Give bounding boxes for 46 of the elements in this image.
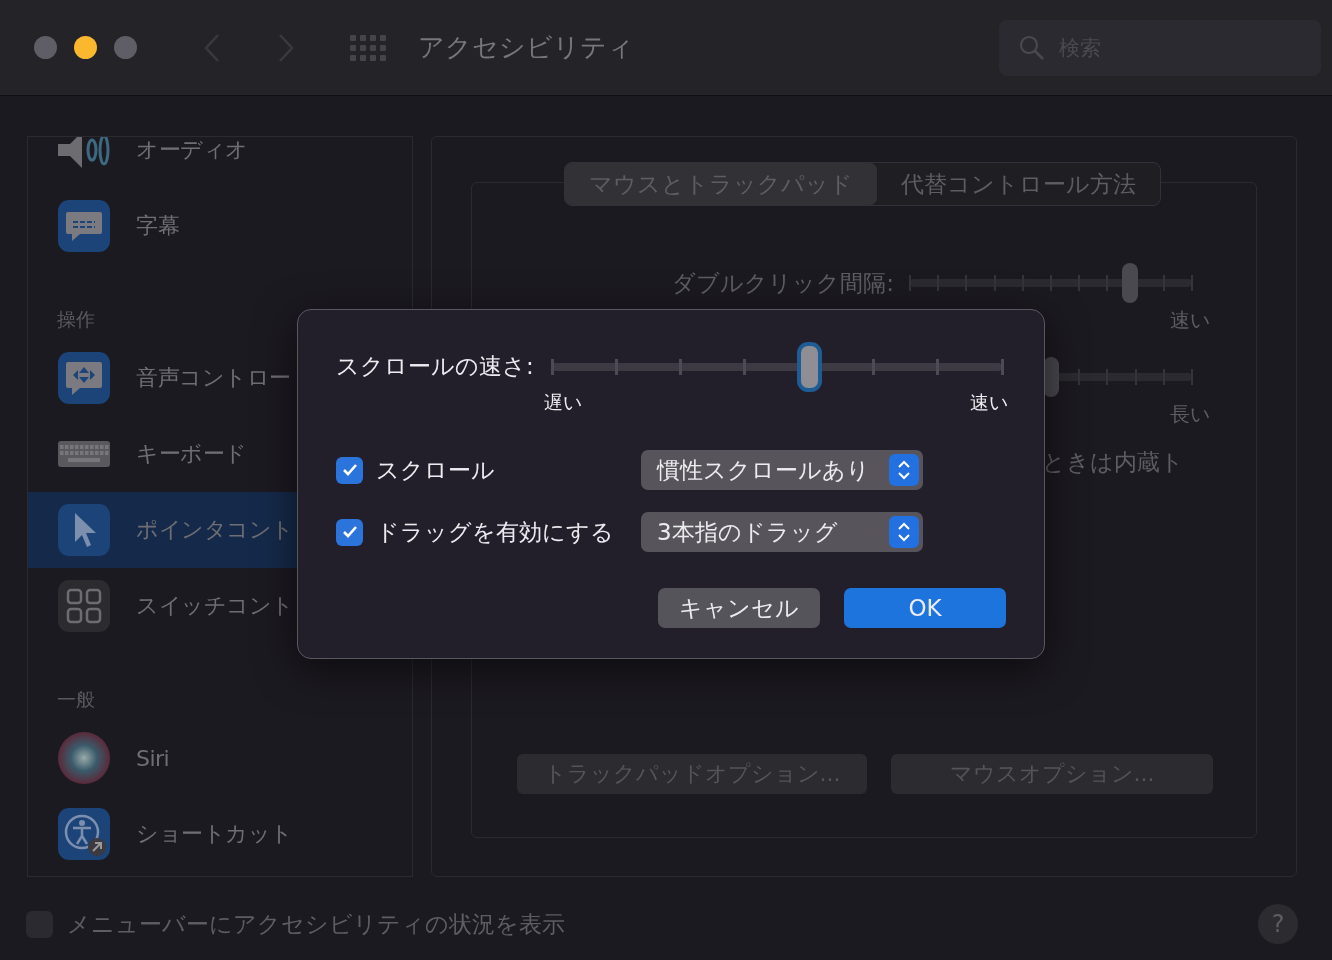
close-window-button[interactable] [34, 36, 57, 59]
slider-thumb[interactable] [796, 342, 822, 392]
slider-max-label: 速い [970, 390, 1008, 415]
sidebar-item[interactable]: スイッチコント [28, 568, 412, 644]
slider-min-label: 遅い [544, 390, 582, 415]
help-button[interactable]: ? [1258, 904, 1298, 944]
slider-end-label: 速い [1170, 307, 1210, 334]
keyboard-icon [56, 439, 112, 469]
forward-icon[interactable] [277, 32, 295, 63]
slider-label: スクロールの速さ: [336, 352, 535, 381]
checkbox-label: メニューバーにアクセシビリティの状況を表示 [67, 909, 565, 939]
slider-track[interactable] [552, 342, 1002, 392]
speech-bubble-icon [56, 352, 112, 404]
checkmark-icon [341, 463, 358, 477]
sidebar-item[interactable]: Siri [28, 720, 412, 796]
cancel-button[interactable]: キャンセル [658, 588, 820, 628]
minimize-window-button[interactable] [74, 36, 97, 59]
option-text: ときは内蔵ト [1042, 448, 1185, 477]
pointer-icon [56, 504, 112, 556]
accessibility-icon [56, 808, 112, 860]
checkbox-label: スクロール [376, 455, 496, 485]
popup-menu[interactable]: 慣性スクロールあり [641, 450, 923, 490]
sidebar-section-header: 一般 [56, 687, 96, 712]
sidebar-section-header: 操作 [56, 307, 96, 332]
popup-menu[interactable]: 3本指のドラッグ [641, 512, 923, 552]
slider-thumb[interactable] [1121, 263, 1138, 303]
slider-end-label: 長い [1170, 401, 1210, 428]
ok-button[interactable]: OK [844, 588, 1006, 628]
window-title: アクセシビリティ [418, 31, 634, 64]
tab[interactable]: 代替コントロール方法 [877, 163, 1160, 205]
slider-track[interactable] [910, 263, 1192, 303]
checkbox[interactable] [336, 456, 363, 484]
grid-squares-icon [56, 580, 112, 632]
sidebar-item[interactable]: オーディオ [28, 137, 412, 188]
chevrons-icon [889, 454, 919, 486]
slider-label: ダブルクリック間隔: [671, 268, 895, 298]
chevrons-icon [889, 516, 919, 548]
grid-icon[interactable] [350, 34, 388, 61]
checkbox[interactable] [336, 518, 363, 546]
orb-icon [56, 732, 112, 784]
sidebar-item[interactable]: ショートカット [28, 796, 412, 872]
zoom-window-button[interactable] [114, 36, 137, 59]
sidebar-item[interactable]: 字幕 [28, 188, 412, 264]
back-icon[interactable] [203, 32, 221, 63]
speech-bubble-icon [56, 200, 112, 252]
checkmark-icon [341, 525, 358, 539]
